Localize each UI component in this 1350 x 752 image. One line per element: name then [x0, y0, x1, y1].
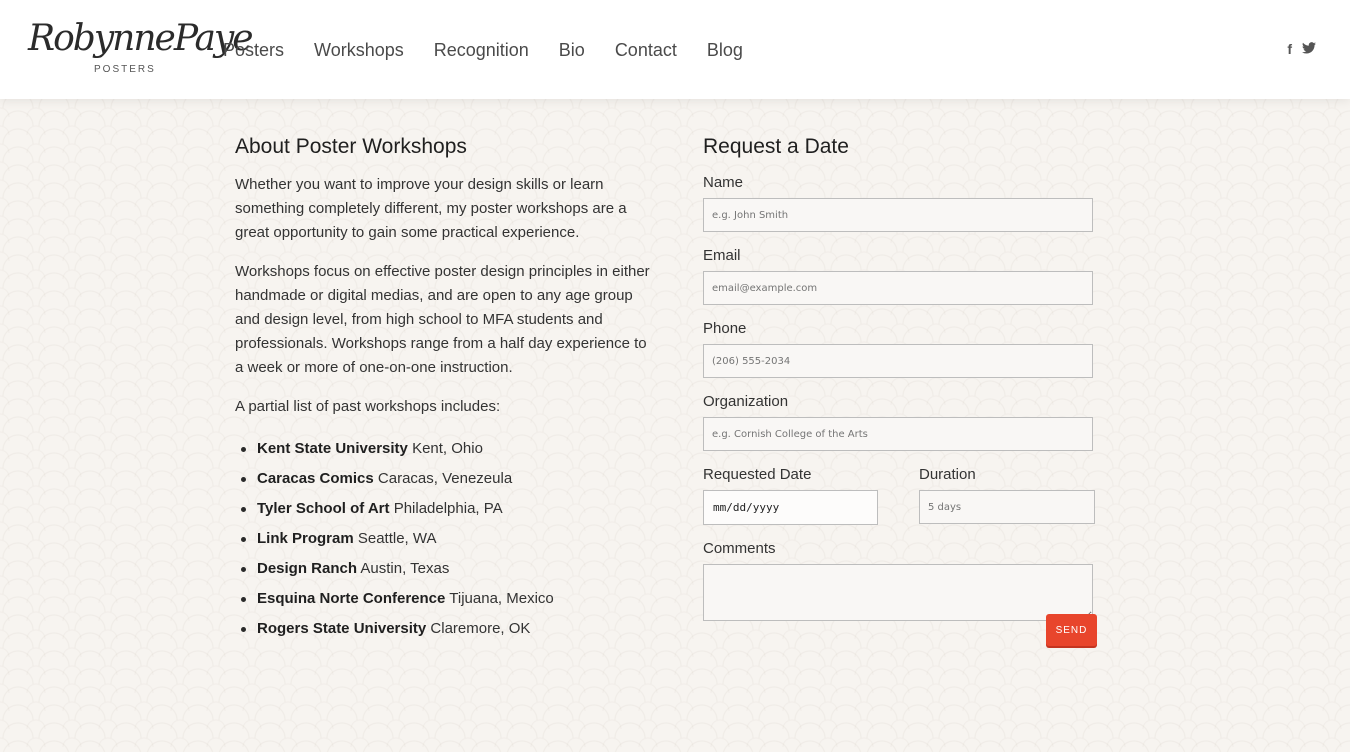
site-logo[interactable]: RobynnePaye POSTERS — [28, 14, 254, 80]
name-field-group: Name — [703, 173, 1103, 232]
social-links: f — [1287, 40, 1316, 58]
date-field[interactable]: mm/dd/yyyy — [703, 490, 878, 525]
nav-item-recognition[interactable]: Recognition — [434, 38, 529, 62]
twitter-icon[interactable] — [1302, 40, 1316, 58]
logo-subtitle: POSTERS — [94, 64, 156, 75]
workshop-list: Kent State University Kent, Ohio Caracas… — [235, 434, 655, 644]
comments-label: Comments — [703, 540, 776, 557]
comments-field[interactable] — [703, 564, 1093, 621]
logo-script: RobynnePaye — [28, 18, 254, 59]
organization-field-group: Organization — [703, 392, 1103, 451]
site-header: RobynnePaye POSTERS Posters Workshops Re… — [0, 0, 1350, 99]
nav-item-bio[interactable]: Bio — [559, 38, 585, 62]
about-paragraph-1: Whether you want to improve your design … — [235, 176, 627, 241]
list-item: Kent State University Kent, Ohio — [235, 434, 655, 464]
nav-item-blog[interactable]: Blog — [707, 38, 743, 62]
email-label: Email — [703, 247, 741, 264]
name-field[interactable] — [703, 198, 1093, 232]
duration-field-group: Duration — [919, 465, 1095, 525]
organization-field[interactable] — [703, 417, 1093, 451]
email-field[interactable] — [703, 271, 1093, 305]
list-item: Tyler School of Art Philadelphia, PA — [235, 494, 655, 524]
list-item: Esquina Norte Conference Tijuana, Mexico — [235, 584, 655, 614]
date-field-group: Requested Date mm/dd/yyyy — [703, 465, 878, 525]
about-paragraph-2: Workshops focus on effective poster desi… — [235, 263, 650, 376]
phone-label: Phone — [703, 320, 747, 337]
organization-label: Organization — [703, 393, 789, 410]
phone-field-group: Phone — [703, 319, 1103, 378]
email-field-group: Email — [703, 246, 1103, 305]
about-paragraph-3: A partial list of past workshops include… — [235, 398, 501, 415]
request-form: Request a Date Name Email Phone Organiza… — [703, 133, 1103, 646]
comments-field-group: Comments — [703, 539, 1103, 621]
list-item: Rogers State University Claremore, OK — [235, 614, 655, 644]
list-item: Design Ranch Austin, Texas — [235, 554, 655, 584]
nav-item-posters[interactable]: Posters — [223, 38, 284, 62]
duration-field[interactable] — [919, 490, 1095, 524]
about-section: About Poster Workshops Whether you want … — [235, 133, 655, 644]
about-title: About Poster Workshops — [235, 135, 467, 158]
form-title: Request a Date — [703, 135, 849, 158]
date-duration-row: Requested Date mm/dd/yyyy Duration — [703, 465, 1103, 539]
duration-label: Duration — [919, 466, 976, 483]
main-nav: Posters Workshops Recognition Bio Contac… — [223, 38, 773, 62]
date-label: Requested Date — [703, 466, 812, 483]
list-item: Link Program Seattle, WA — [235, 524, 655, 554]
name-label: Name — [703, 174, 744, 191]
nav-item-contact[interactable]: Contact — [615, 38, 677, 62]
nav-item-workshops[interactable]: Workshops — [314, 38, 404, 62]
phone-field[interactable] — [703, 344, 1093, 378]
list-item: Caracas Comics Caracas, Venezeula — [235, 464, 655, 494]
send-button[interactable]: SEND — [1046, 614, 1097, 646]
facebook-icon[interactable]: f — [1287, 40, 1292, 58]
